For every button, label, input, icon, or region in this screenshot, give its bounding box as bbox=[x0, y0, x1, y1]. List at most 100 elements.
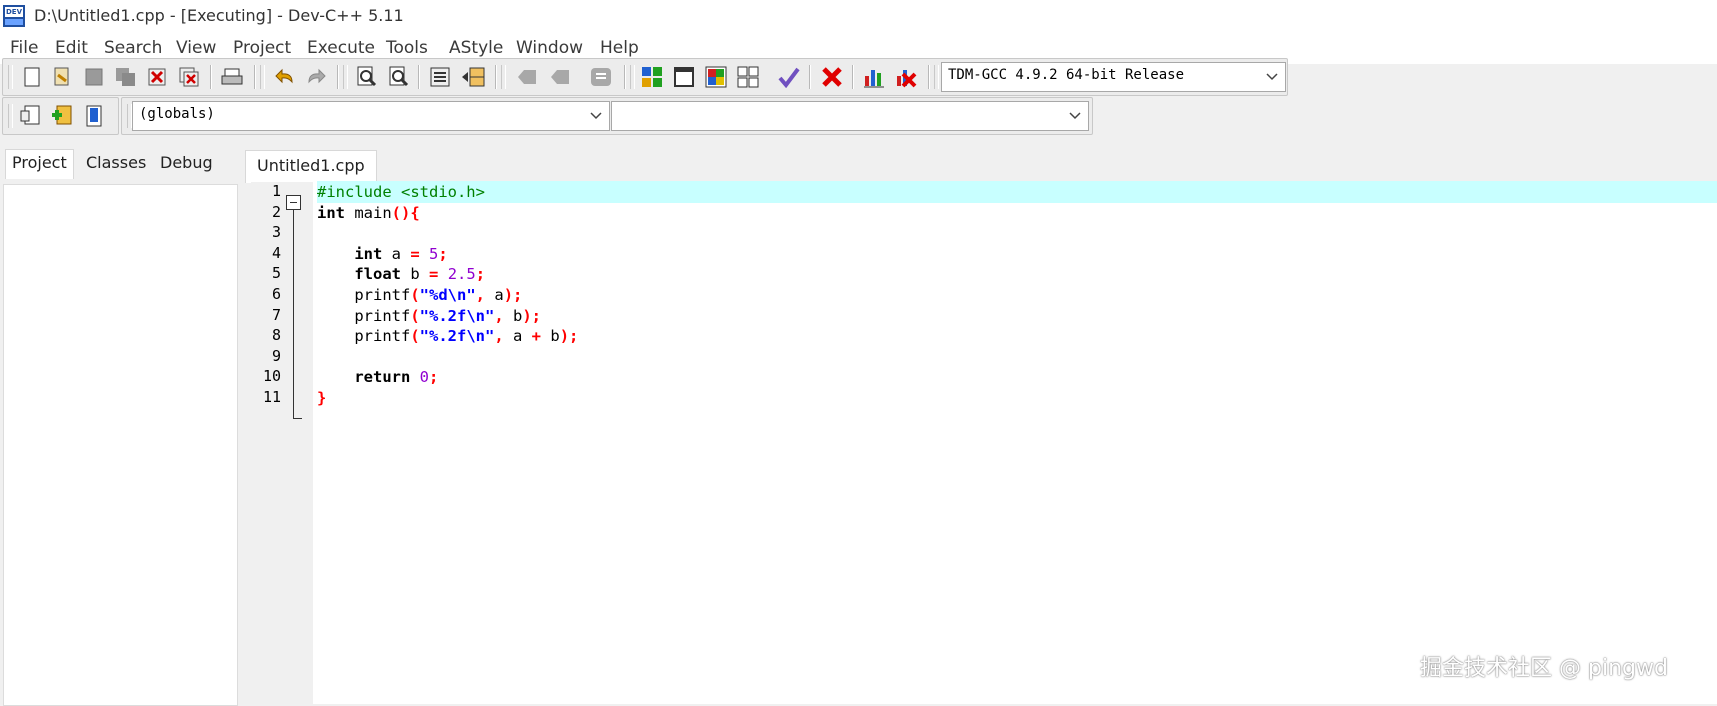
goto-line-icon[interactable] bbox=[589, 65, 613, 89]
menu-search[interactable]: Search bbox=[104, 38, 162, 58]
delete-profile-icon[interactable] bbox=[894, 65, 918, 89]
menu-view[interactable]: View bbox=[176, 38, 216, 58]
code-token: (){ bbox=[391, 203, 420, 222]
tab-project[interactable]: Project bbox=[5, 149, 74, 179]
code-token: + bbox=[531, 327, 542, 346]
toolbar-grip[interactable] bbox=[8, 65, 13, 89]
code-token: "%d\n" bbox=[419, 286, 476, 304]
code-token: a bbox=[485, 286, 504, 304]
compiler-select[interactable]: TDM-GCC 4.9.2 64-bit Release bbox=[941, 62, 1286, 92]
code-line[interactable]: int a = 5; bbox=[317, 243, 1717, 265]
code-editor[interactable]: 1 2 3 4 5 6 7 8 9 10 11 #include <stdio.h> int main… bbox=[251, 181, 1717, 704]
code-token: #include <stdio.h> bbox=[317, 183, 485, 201]
new-file-icon[interactable] bbox=[20, 65, 44, 89]
unindent-icon[interactable] bbox=[461, 65, 485, 89]
code-token: printf bbox=[317, 327, 411, 346]
bookmark-next-icon[interactable] bbox=[548, 65, 572, 89]
code-token: 5 bbox=[429, 244, 439, 263]
menu-help[interactable]: Help bbox=[600, 38, 639, 58]
run-icon[interactable] bbox=[672, 65, 696, 89]
close-all-icon[interactable] bbox=[177, 65, 201, 89]
code-line[interactable] bbox=[317, 346, 1717, 368]
code-token: int bbox=[354, 244, 383, 263]
class-browser-toolbar: (globals) bbox=[121, 97, 1093, 135]
menu-project[interactable]: Project bbox=[233, 38, 291, 58]
code-token: ( bbox=[410, 327, 420, 346]
project-toolbar bbox=[2, 97, 119, 135]
code-line[interactable]: return 0; bbox=[317, 366, 1717, 388]
project-options-icon[interactable] bbox=[82, 104, 106, 128]
rebuild-all-icon[interactable] bbox=[736, 65, 760, 89]
chevron-down-icon bbox=[1265, 67, 1279, 89]
fold-collapse-icon[interactable] bbox=[286, 195, 301, 210]
tab-debug[interactable]: Debug bbox=[160, 153, 213, 172]
tab-classes[interactable]: Classes bbox=[86, 153, 146, 172]
undo-icon[interactable] bbox=[273, 65, 297, 89]
code-token: printf bbox=[317, 286, 411, 304]
line-number-gutter: 1 2 3 4 5 6 7 8 9 10 11 bbox=[251, 182, 313, 704]
save-all-icon[interactable] bbox=[114, 65, 138, 89]
code-token: = bbox=[410, 244, 420, 263]
project-tree[interactable] bbox=[3, 184, 238, 706]
code-token: 2.5 bbox=[447, 265, 476, 284]
code-line[interactable]: float b = 2.5; bbox=[317, 263, 1717, 285]
find-icon[interactable] bbox=[355, 65, 379, 89]
code-token: main bbox=[345, 203, 392, 222]
close-file-icon[interactable] bbox=[145, 65, 169, 89]
redo-icon[interactable] bbox=[304, 65, 328, 89]
editor-tab-untitled1[interactable]: Untitled1.cpp bbox=[245, 150, 377, 183]
indent-icon[interactable] bbox=[428, 65, 452, 89]
compile-icon[interactable] bbox=[640, 65, 664, 89]
function-select[interactable] bbox=[611, 101, 1089, 131]
code-line[interactable]: printf("%.2f\n", b); bbox=[317, 305, 1717, 327]
print-icon[interactable] bbox=[220, 65, 244, 89]
code-line[interactable]: } bbox=[317, 387, 1717, 409]
line-number: 9 bbox=[271, 346, 281, 365]
code-line[interactable]: printf("%d\n", a); bbox=[317, 284, 1717, 306]
code-line[interactable]: printf("%.2f\n", a + b); bbox=[317, 325, 1717, 347]
code-line[interactable]: int main(){ bbox=[317, 202, 1717, 224]
code-token: } bbox=[317, 389, 327, 407]
devcpp-app-icon[interactable]: DEV bbox=[3, 5, 25, 27]
replace-icon[interactable] bbox=[387, 65, 411, 89]
title-bar: DEV D:\Untitled1.cpp - [Executing] - Dev… bbox=[0, 0, 1717, 34]
menu-window[interactable]: Window bbox=[516, 38, 583, 58]
menu-tools[interactable]: Tools bbox=[386, 38, 428, 58]
code-token: , bbox=[494, 306, 504, 325]
line-number: 2 bbox=[271, 202, 281, 221]
scope-select[interactable]: (globals) bbox=[132, 101, 610, 131]
add-to-project-icon[interactable] bbox=[50, 104, 74, 128]
bookmark-prev-icon[interactable] bbox=[515, 65, 539, 89]
chevron-down-icon bbox=[1068, 106, 1082, 128]
watermark: 掘金技术社区 @ pingwd bbox=[1420, 656, 1668, 681]
code-token: float bbox=[354, 265, 401, 284]
code-line-active[interactable]: #include <stdio.h> bbox=[317, 181, 1717, 203]
code-token: ; bbox=[475, 265, 486, 284]
stop-execution-icon[interactable] bbox=[820, 65, 844, 89]
syntax-check-icon[interactable] bbox=[777, 65, 801, 89]
menu-file[interactable]: File bbox=[10, 38, 38, 58]
code-token: a bbox=[503, 327, 532, 346]
line-number: 7 bbox=[271, 305, 281, 324]
line-number: 3 bbox=[271, 223, 281, 242]
line-number: 1 bbox=[271, 182, 281, 200]
fold-line bbox=[293, 210, 294, 419]
menu-astyle[interactable]: AStyle bbox=[449, 38, 503, 58]
code-token: b bbox=[541, 327, 560, 346]
menu-edit[interactable]: Edit bbox=[55, 38, 88, 58]
compile-run-icon[interactable] bbox=[704, 65, 728, 89]
line-number: 8 bbox=[271, 326, 281, 345]
code-token: "%.2f\n" bbox=[419, 306, 495, 325]
profile-icon[interactable] bbox=[862, 65, 886, 89]
open-file-icon[interactable] bbox=[50, 65, 74, 89]
new-project-icon[interactable] bbox=[18, 104, 42, 128]
menu-execute[interactable]: Execute bbox=[307, 38, 375, 58]
code-line[interactable] bbox=[317, 222, 1717, 244]
save-icon[interactable] bbox=[82, 65, 106, 89]
line-number: 11 bbox=[262, 388, 281, 406]
